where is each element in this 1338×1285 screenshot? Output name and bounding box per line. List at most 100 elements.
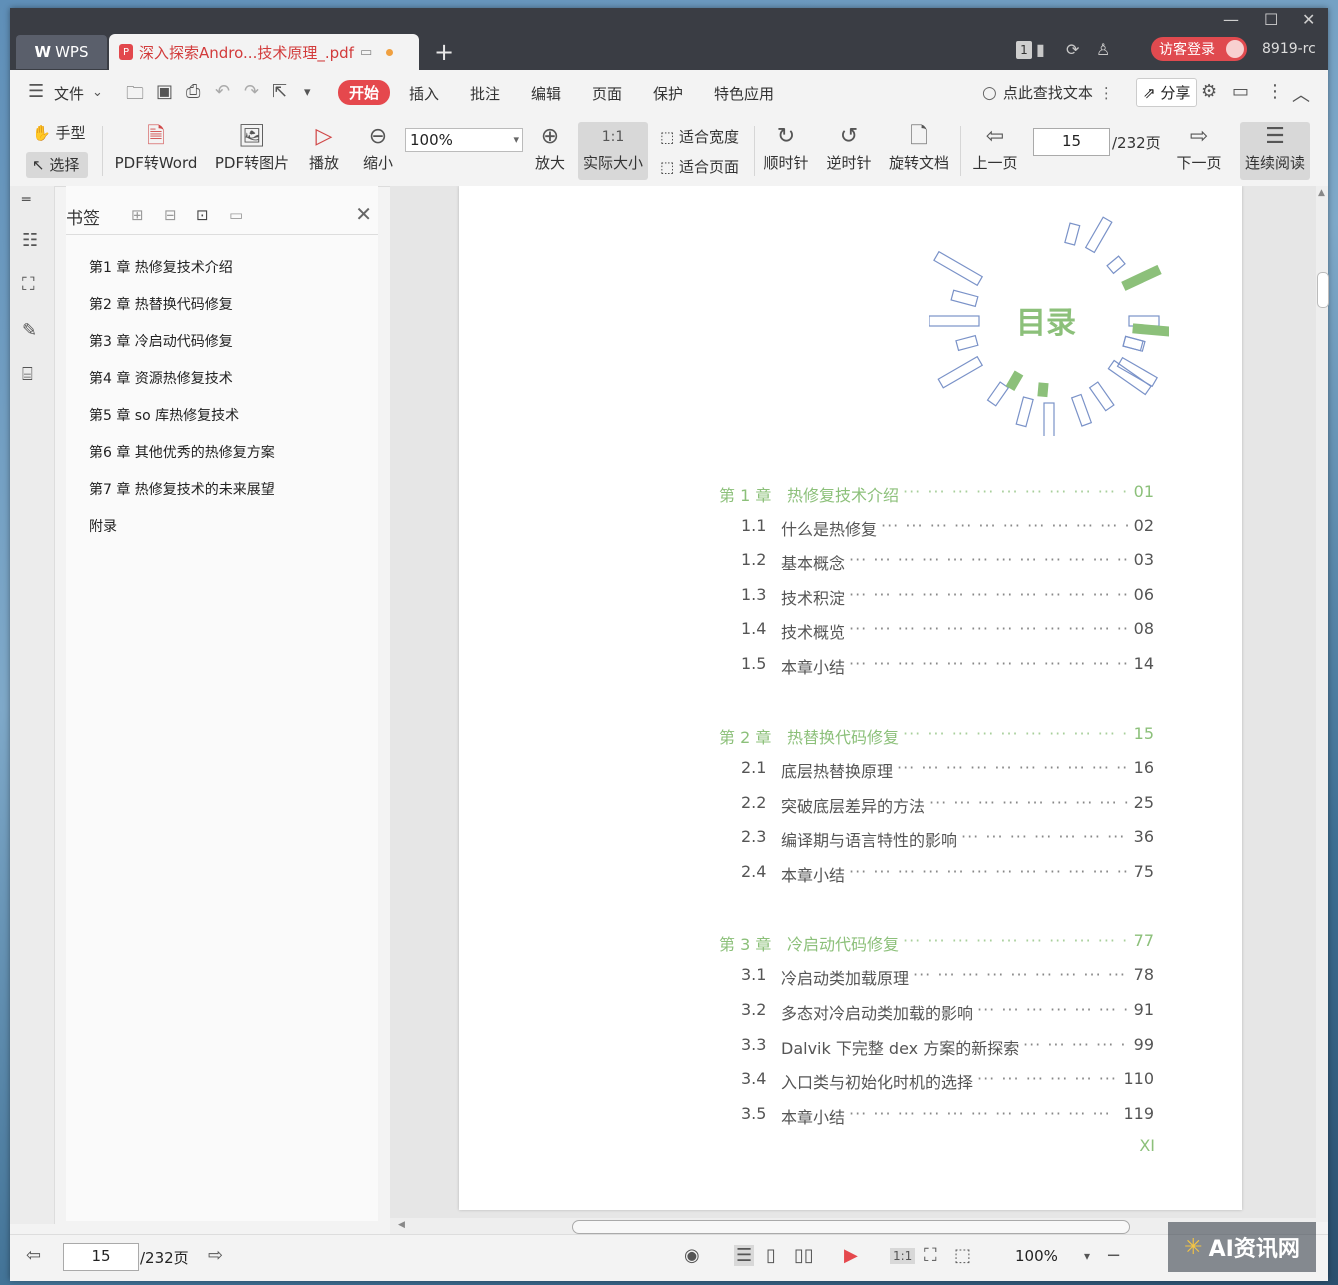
zoom-in-button[interactable]: ⊕ 放大 [532,122,568,173]
hand-tool[interactable]: ✋ 手型 [28,122,94,143]
chevron-down-icon[interactable]: ⌄ [92,85,103,100]
bookmark-item[interactable]: 第6 章 其他优秀的热修复方案 [89,442,275,462]
undo-icon[interactable]: ↶ [215,81,230,102]
more-vertical-icon[interactable]: ⋮ [1099,84,1114,102]
more-options-icon[interactable]: ⋮ [1266,81,1284,102]
toc-section-row[interactable]: 1.2 基本概念 ··· ··· ··· ··· ··· ··· ··· ··· ·… [459,550,1242,573]
tab-insert[interactable]: 插入 [409,83,439,104]
window-count-badge[interactable]: 1 [1016,41,1032,59]
actual-size-status-icon[interactable]: 1:1 [890,1248,916,1264]
bookmark-list-icon[interactable]: ☷ [22,230,38,251]
hamburger-menu-icon[interactable]: ☰ [28,81,44,102]
bookmark-item[interactable]: 第5 章 so 库热修复技术 [89,405,239,425]
document-viewport[interactable]: 目录 第 1 章热修复技术介绍 ··· ··· ··· ··· ··· ··· ·… [390,186,1316,1218]
zoom-minus-icon[interactable]: − [1106,1245,1121,1266]
close-panel-icon[interactable]: ✕ [355,202,372,226]
maximize-icon[interactable]: ☐ [1264,10,1278,29]
bookmark-item[interactable]: 第2 章 热替换代码修复 [89,294,233,314]
toc-section-row[interactable]: 3.1 冷启动类加载原理 ··· ··· ··· ··· ··· ··· ··· ·… [459,965,1242,988]
print-icon[interactable]: ⎙ [186,81,200,102]
new-tab-plus-icon[interactable]: + [434,38,454,66]
redo-icon[interactable]: ↷ [244,81,259,102]
collapse-ribbon-icon[interactable]: ︿ [1292,81,1310,107]
tab-special-apps[interactable]: 特色应用 [714,83,774,104]
fit-page-button[interactable]: ⬚ 适合页面 [660,156,739,177]
comment-bubble-icon[interactable]: ▭ [1232,81,1249,102]
share-button[interactable]: ⇗ 分享 [1136,78,1198,107]
toc-chapter-row[interactable]: 第 3 章冷启动代码修复 ··· ··· ··· ··· ··· ··· ··· … [459,931,1242,954]
vertical-scroll-thumb[interactable] [1317,272,1329,308]
fit-width-status-icon[interactable]: ⬚ [954,1245,971,1266]
document-tab[interactable]: P 深入探索Andro...技术原理_.pdf ▭ [109,34,419,70]
toc-section-row[interactable]: 2.1 底层热替换原理 ··· ··· ··· ··· ··· ··· ··· ··… [459,758,1242,781]
toc-section-row[interactable]: 1.5 本章小结 ··· ··· ··· ··· ··· ··· ··· ··· ·… [459,654,1242,677]
toc-section-row[interactable]: 2.3 编译期与语言特性的影响 ··· ··· ··· ··· ··· ··· ··… [459,827,1242,850]
toc-chapter-row[interactable]: 第 1 章热修复技术介绍 ··· ··· ··· ··· ··· ··· ··· … [459,482,1242,505]
thumbnail-image-icon[interactable]: ⛶ [22,274,35,295]
toc-section-row[interactable]: 3.3 Dalvik 下完整 dex 方案的新探索 ··· ··· ··· ··· … [459,1035,1242,1058]
skin-shirt-icon[interactable]: ♙ [1096,40,1110,59]
horizontal-scroll-thumb[interactable] [572,1220,1130,1234]
find-text-search[interactable]: ○ 点此查找文本 ⋮ [982,82,1114,103]
tab-start[interactable]: 开始 [338,80,391,105]
eye-protection-icon[interactable]: ◉ [684,1245,700,1266]
export-icon[interactable]: ⇱ [272,81,287,102]
open-folder-icon[interactable]: 🗀 [126,81,144,111]
select-tool[interactable]: ↖ 选择 [26,152,88,178]
single-page-icon[interactable]: ▯ [766,1245,776,1266]
add-bookmark-icon[interactable]: ⊡ [196,206,209,224]
minimize-icon[interactable]: — [1223,10,1239,29]
bookmark-item[interactable]: 附录 [89,516,117,536]
toc-section-row[interactable]: 1.3 技术积淀 ··· ··· ··· ··· ··· ··· ··· ··· ·… [459,585,1242,608]
page-number-input[interactable]: 15 [1033,128,1110,156]
file-menu[interactable]: 文件 [54,83,84,104]
annotation-icon[interactable]: ✎ [22,320,37,341]
double-page-icon[interactable]: ▯▯ [794,1245,814,1266]
collapse-all-icon[interactable]: ⊟ [164,206,177,224]
continuous-view-icon[interactable]: ☰ [734,1245,755,1266]
zoom-out-button[interactable]: ⊖ 缩小 [360,122,396,173]
save-icon[interactable]: ▣ [156,81,173,102]
tab-protect[interactable]: 保护 [653,83,683,104]
toc-section-row[interactable]: 1.4 技术概览 ··· ··· ··· ··· ··· ··· ··· ··· ·… [459,619,1242,642]
bookmark-item[interactable]: 第1 章 热修复技术介绍 [89,257,233,277]
delete-bookmark-icon[interactable]: ▭ [229,206,243,224]
drag-handle-icon[interactable]: ═ [22,192,30,208]
toc-section-row[interactable]: 3.5 本章小结 ··· ··· ··· ··· ··· ··· ··· ··· ·… [459,1104,1242,1127]
status-zoom-level[interactable]: 100% [1015,1247,1058,1265]
prev-page-arrow-icon[interactable]: ⇦ [26,1245,41,1266]
bookmark-item[interactable]: 第7 章 热修复技术的未来展望 [89,479,275,499]
pdf-to-word-button[interactable]: 🗎 PDF转Word [112,122,200,173]
toc-section-row[interactable]: 3.4 入口类与初始化时机的选择··· ··· ··· ··· ··· ··· ·… [459,1069,1242,1092]
toc-section-row[interactable]: 2.4 本章小结 ··· ··· ··· ··· ··· ··· ··· ··· ·… [459,862,1242,885]
tab-comment[interactable]: 批注 [470,83,500,104]
window-switch-icon[interactable]: ▮ [1036,40,1045,59]
pdf-to-image-button[interactable]: 🖼 PDF转图片 [212,122,292,173]
next-page-button[interactable]: ⇨ 下一页 [1174,122,1224,173]
expand-all-icon[interactable]: ⊞ [131,206,144,224]
fit-page-status-icon[interactable]: ⛶ [924,1245,937,1266]
actual-size-button[interactable]: 1:1 实际大小 [578,122,648,180]
sync-icon[interactable]: ⟳ [1066,40,1079,59]
toc-section-row[interactable]: 2.2 突破底层差异的方法 ··· ··· ··· ··· ··· ··· ··· … [459,793,1242,816]
vertical-scrollbar[interactable]: ▲ [1316,186,1329,1222]
continuous-reading-button[interactable]: ☰ 连续阅读 [1240,122,1310,180]
play-slideshow-icon[interactable]: ▶ [844,1245,858,1266]
close-window-icon[interactable]: ✕ [1302,10,1315,29]
tab-edit[interactable]: 编辑 [531,83,561,104]
wps-home-tab[interactable]: W WPS [16,35,107,69]
toc-chapter-row[interactable]: 第 2 章热替换代码修复 ··· ··· ··· ··· ··· ··· ··· … [459,724,1242,747]
zoom-dropdown-icon[interactable]: ▾ [1084,1249,1090,1263]
rotate-counterclockwise-button[interactable]: ↺ 逆时针 [825,122,873,173]
settings-gear-icon[interactable]: ⚙ [1201,81,1217,102]
rotate-document-button[interactable]: 🗋 旋转文档 [886,122,952,173]
rotate-clockwise-button[interactable]: ↻ 顺时针 [762,122,810,173]
scroll-up-icon[interactable]: ▲ [1318,188,1325,198]
prev-page-button[interactable]: ⇦ 上一页 [970,122,1020,173]
toc-section-row[interactable]: 1.1 什么是热修复 ··· ··· ··· ··· ··· ··· ··· ···… [459,516,1242,539]
zoom-select[interactable]: 100% [405,128,523,152]
next-page-arrow-icon[interactable]: ⇨ [208,1245,223,1266]
bookmark-item[interactable]: 第4 章 资源热修复技术 [89,368,233,388]
monitor-icon[interactable]: ▭ [360,45,372,60]
toc-section-row[interactable]: 3.2 多态对冷启动类加载的影响··· ··· ··· ··· ··· ··· ·… [459,1000,1242,1023]
